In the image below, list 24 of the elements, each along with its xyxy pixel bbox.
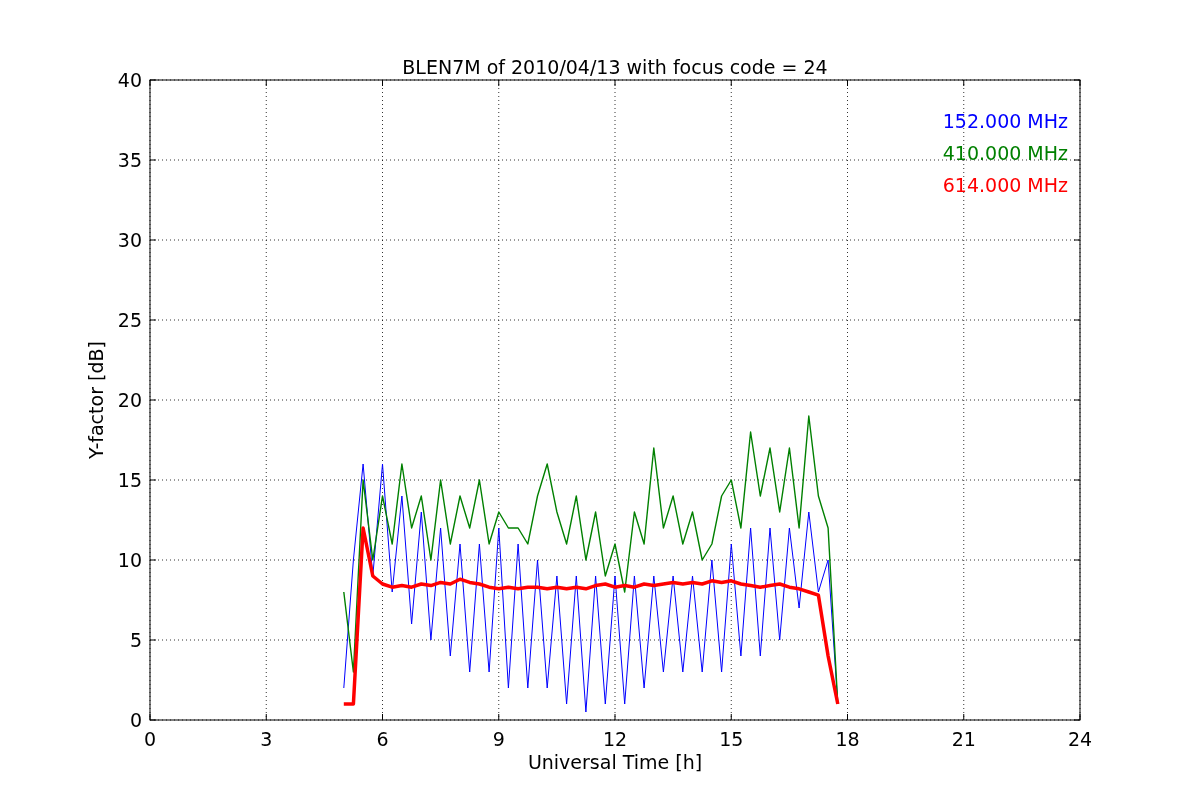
y-tick-label: 0 (129, 709, 142, 731)
x-axis-label: Universal Time [h] (527, 751, 703, 773)
x-tick-label: 6 (376, 728, 389, 750)
x-tick-label: 9 (492, 728, 505, 750)
legend-entry: 410.000 MHz (942, 142, 1068, 164)
y-tick-label: 40 (117, 69, 142, 91)
y-tick-label: 10 (117, 549, 142, 571)
y-tick-label: 15 (117, 469, 142, 491)
y-tick-label: 30 (117, 229, 142, 251)
x-tick-label: 12 (602, 728, 628, 750)
x-tick-label: 0 (143, 728, 157, 750)
y-tick-label: 35 (117, 149, 142, 171)
legend-entry: 152.000 MHz (942, 110, 1068, 132)
x-tick-label: 21 (951, 728, 976, 750)
y-tick-label: 5 (129, 629, 142, 651)
x-tick-label: 3 (260, 728, 273, 750)
y-tick-label: 20 (117, 389, 142, 411)
x-tick-label: 18 (835, 728, 860, 750)
chart-title: BLEN7M of 2010/04/13 with focus code = 24 (402, 56, 828, 78)
y-axis-label: Y-factor [dB] (85, 341, 107, 459)
y-tick-label: 25 (117, 309, 142, 331)
x-tick-label: 15 (719, 728, 744, 750)
x-tick-label: 24 (1067, 728, 1093, 750)
legend-entry: 614.000 MHz (942, 174, 1068, 196)
